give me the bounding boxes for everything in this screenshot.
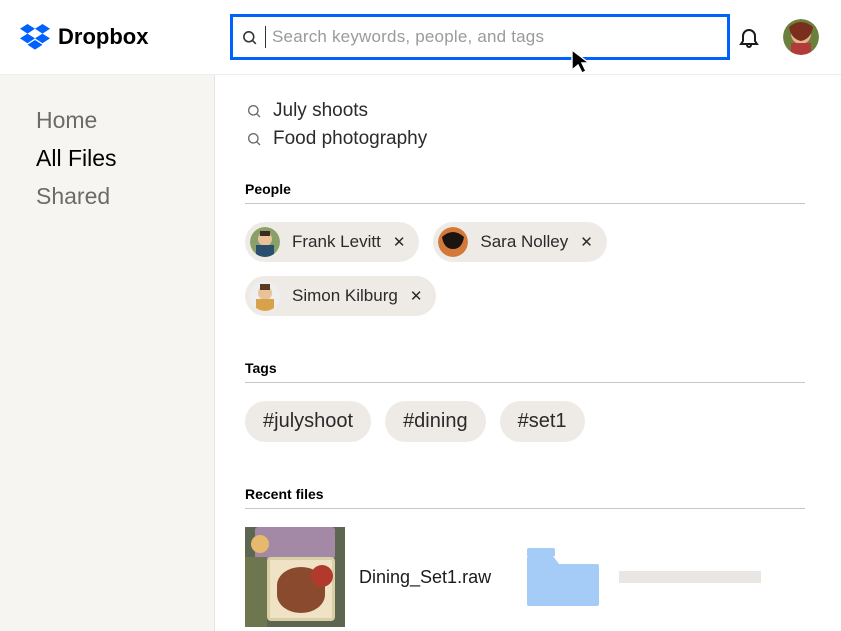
- search-icon: [246, 131, 262, 147]
- search-icon: [246, 103, 262, 119]
- people-chip[interactable]: Simon Kilburg ✕: [245, 276, 436, 316]
- folder-icon: [527, 546, 599, 608]
- sidebar-item-home[interactable]: Home: [36, 101, 214, 139]
- close-icon[interactable]: ✕: [580, 233, 593, 251]
- search-results-panel: July shoots Food photography People Fran…: [215, 75, 841, 631]
- close-icon[interactable]: ✕: [393, 233, 406, 251]
- avatar: [250, 281, 280, 311]
- text-caret: [265, 26, 266, 48]
- placeholder-bar: [619, 571, 761, 583]
- brand-name: Dropbox: [58, 24, 148, 50]
- recent-folder-item[interactable]: [513, 527, 761, 627]
- divider: [245, 508, 805, 509]
- sidebar-item-allfiles[interactable]: All Files: [36, 139, 214, 177]
- app-header: Dropbox Search keywords, people, and tag…: [0, 0, 841, 75]
- search-suggestion[interactable]: Food photography: [245, 125, 805, 153]
- section-header-tags: Tags: [245, 360, 805, 376]
- divider: [245, 382, 805, 383]
- people-chip-label: Sara Nolley: [480, 232, 568, 252]
- sidebar-nav: Home All Files Shared: [0, 75, 215, 631]
- people-chip-label: Simon Kilburg: [292, 286, 398, 306]
- brand-logo[interactable]: Dropbox: [20, 24, 230, 50]
- search-icon: [241, 29, 258, 46]
- sidebar-item-shared[interactable]: Shared: [36, 177, 214, 215]
- suggestion-label: Food photography: [273, 128, 427, 150]
- people-chip[interactable]: Frank Levitt ✕: [245, 222, 419, 262]
- section-header-recent: Recent files: [245, 486, 805, 502]
- close-icon[interactable]: ✕: [410, 287, 423, 305]
- divider: [245, 203, 805, 204]
- search-suggestion[interactable]: July shoots: [245, 97, 805, 125]
- recent-file-item[interactable]: Dining_Set1.raw: [245, 527, 491, 627]
- people-chip[interactable]: Sara Nolley ✕: [433, 222, 606, 262]
- account-avatar[interactable]: [783, 19, 819, 55]
- bell-icon[interactable]: [737, 25, 761, 49]
- tag-chip[interactable]: #julyshoot: [245, 401, 371, 442]
- tag-chip[interactable]: #set1: [500, 401, 585, 442]
- file-name: Dining_Set1.raw: [359, 567, 491, 588]
- file-thumbnail: [245, 527, 345, 627]
- avatar: [438, 227, 468, 257]
- search-field[interactable]: Search keywords, people, and tags: [230, 14, 730, 60]
- search-placeholder: Search keywords, people, and tags: [272, 27, 544, 47]
- tag-chip[interactable]: #dining: [385, 401, 486, 442]
- avatar: [250, 227, 280, 257]
- people-chip-label: Frank Levitt: [292, 232, 381, 252]
- suggestion-label: July shoots: [273, 100, 368, 122]
- section-header-people: People: [245, 181, 805, 197]
- dropbox-icon: [20, 24, 50, 50]
